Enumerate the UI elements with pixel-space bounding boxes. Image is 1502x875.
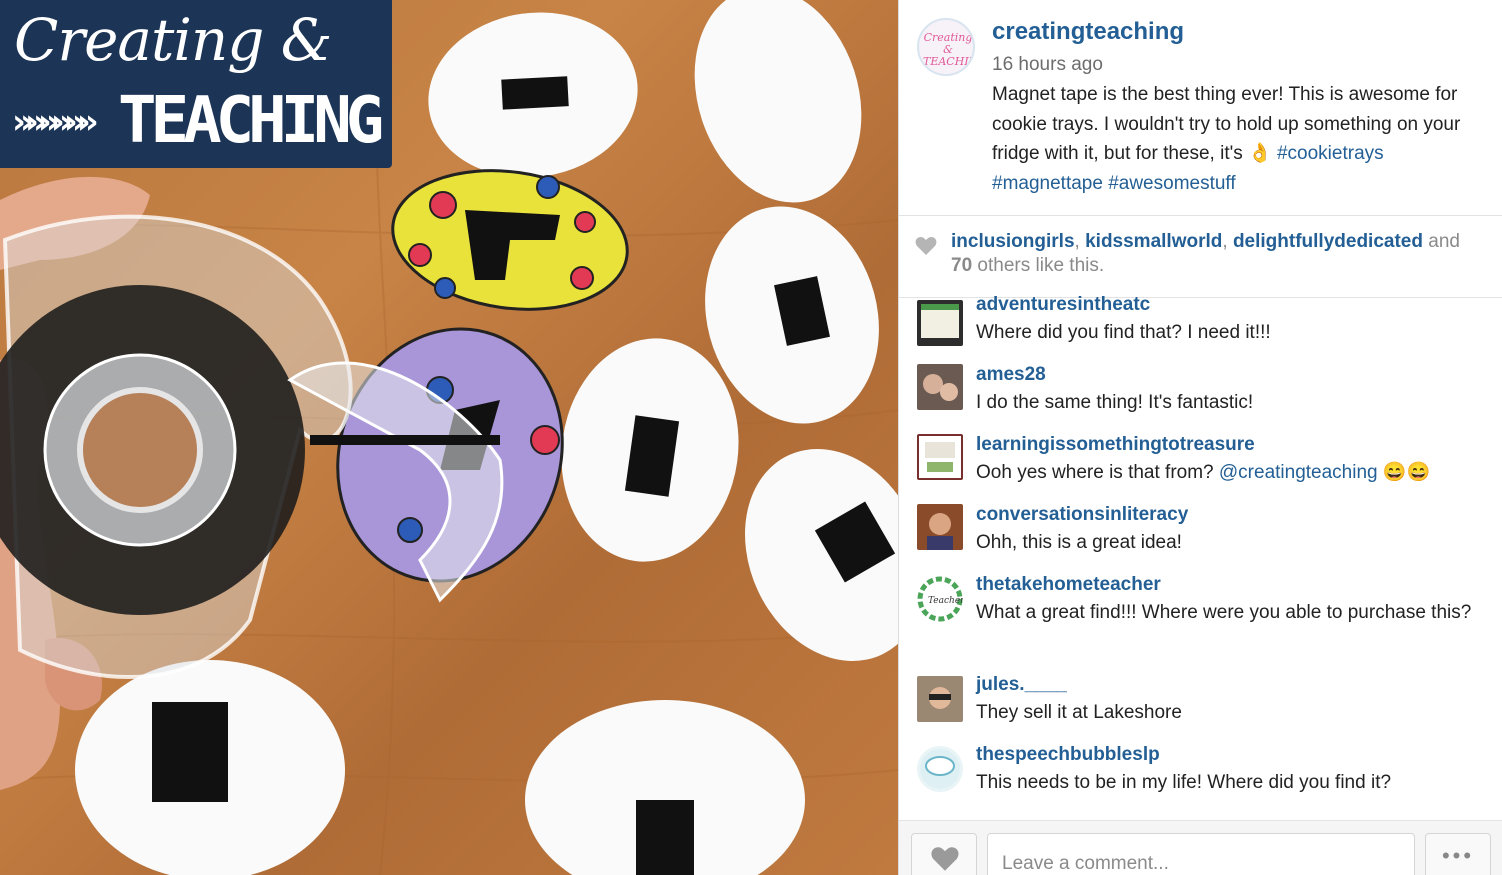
logo-script-text: Creating & xyxy=(14,6,332,74)
likes-section: inclusiongirls, kidssmallworld, delightf… xyxy=(899,216,1502,298)
more-options-button[interactable]: ••• xyxy=(1425,833,1491,875)
avatar-image xyxy=(927,513,953,550)
logo-main-text: TEACHING xyxy=(118,84,384,158)
post-photo[interactable]: Creating & »»»»»» TEACHING xyxy=(0,0,898,875)
likes-count: 70 xyxy=(951,255,973,276)
heart-icon xyxy=(931,847,959,871)
svg-text:Teacher: Teacher xyxy=(928,596,963,606)
commenter-username[interactable]: thespeechbubbleslp xyxy=(976,744,1160,766)
hashtag-cookietrays[interactable]: #cookietrays xyxy=(1277,143,1384,164)
likes-suffix: others like this. xyxy=(977,255,1105,276)
commenter-username[interactable]: jules.____ xyxy=(976,674,1067,696)
commenter-avatar[interactable] xyxy=(917,434,963,480)
liker-link[interactable]: delightfullydedicated xyxy=(1233,231,1423,252)
commenter-username[interactable]: conversationsinliteracy xyxy=(976,504,1188,526)
comment-input[interactable] xyxy=(987,833,1415,875)
ellipsis-icon: ••• xyxy=(1441,843,1475,868)
post-caption: Magnet tape is the best thing ever! This… xyxy=(992,80,1492,198)
owner-avatar[interactable]: Creating&TEACHING xyxy=(917,18,975,76)
liker-link[interactable]: kidssmallworld xyxy=(1085,231,1222,252)
liker-link[interactable]: inclusiongirls xyxy=(951,231,1075,252)
likes-text: inclusiongirls, kidssmallworld, delightf… xyxy=(951,231,1460,276)
brand-logo: Creating & »»»»»» TEACHING xyxy=(0,0,392,168)
caption-text: Magnet tape is the best thing ever! This… xyxy=(992,84,1461,164)
avatar-image xyxy=(923,374,958,401)
avatar-image xyxy=(929,687,951,709)
commenter-username[interactable]: adventuresintheatc xyxy=(976,294,1150,316)
comment-text: Ohh, this is a great idea! xyxy=(976,532,1182,553)
commenter-avatar[interactable] xyxy=(917,504,963,550)
comment-text: I do the same thing! It's fantastic! xyxy=(976,392,1254,413)
avatar-image xyxy=(920,749,960,789)
likes-and: and xyxy=(1428,231,1460,252)
avatar-image xyxy=(921,304,959,338)
comment-text: They sell it at Lakeshore xyxy=(976,702,1182,723)
heart-icon xyxy=(915,237,937,255)
commenter-avatar[interactable] xyxy=(917,676,963,722)
comment-text: Ooh yes where is that from? @creatingtea… xyxy=(976,458,1481,488)
post-header: Creating&TEACHING creatingteaching 16 ho… xyxy=(899,0,1502,216)
avatar-image xyxy=(925,442,955,472)
commenter-avatar[interactable] xyxy=(917,364,963,410)
hashtag-awesomestuff[interactable]: #awesomestuff xyxy=(1108,173,1235,194)
like-button[interactable] xyxy=(911,833,977,875)
commenter-avatar[interactable]: Teacher xyxy=(917,576,963,622)
commenter-avatar[interactable] xyxy=(917,746,963,792)
comment-text: What a great find!!! Where were you able… xyxy=(976,602,1472,623)
commenter-username[interactable]: learningissomethingtotreasure xyxy=(976,434,1255,456)
comment-footer: ••• xyxy=(899,820,1502,875)
post-details-panel: Creating&TEACHING creatingteaching 16 ho… xyxy=(898,0,1502,875)
owner-username-link[interactable]: creatingteaching xyxy=(992,18,1184,46)
owner-avatar-logo: Creating&TEACHING xyxy=(923,31,973,68)
commenter-avatar[interactable] xyxy=(917,300,963,346)
logo-arrows: »»»»»» xyxy=(12,102,99,142)
mention-link[interactable]: @creatingteaching xyxy=(1219,462,1378,483)
tape-dispenser xyxy=(0,214,504,679)
commenter-username[interactable]: ames28 xyxy=(976,364,1046,386)
grin-emoji: 😄😄 xyxy=(1382,462,1431,483)
commenter-username[interactable]: thetakehometeacher xyxy=(976,574,1161,596)
post-timestamp: 16 hours ago xyxy=(992,54,1103,75)
hashtag-magnettape[interactable]: #magnettape xyxy=(992,173,1103,194)
comment-text: This needs to be in my life! Where did y… xyxy=(976,772,1392,793)
avatar-image: Teacher xyxy=(917,576,963,622)
comment-text: Where did you find that? I need it!!! xyxy=(976,322,1271,343)
ok-hand-emoji: 👌 xyxy=(1248,143,1272,164)
comment-text-body: Ooh yes where is that from? xyxy=(976,462,1214,483)
comments-list[interactable]: adventuresintheatc Where did you find th… xyxy=(899,294,1502,820)
